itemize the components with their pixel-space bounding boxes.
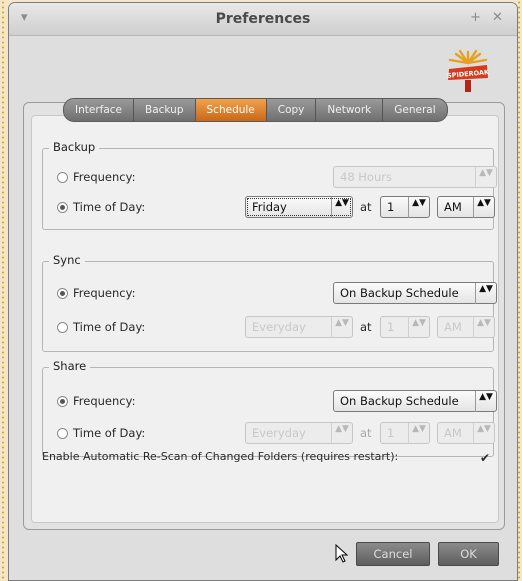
tab-schedule[interactable]: Schedule [195, 99, 267, 121]
chevron-updown-icon: ▲▼ [408, 317, 429, 338]
sync-group: Sync Frequency: On Backup Schedule ▲▼ Tim… [42, 253, 497, 352]
cancel-button[interactable]: Cancel [356, 542, 430, 566]
sync-frequency-radio[interactable] [57, 288, 68, 299]
chevron-updown-icon: ▲▼ [473, 197, 494, 218]
share-hour-select[interactable]: 1 ▲▼ [380, 422, 430, 444]
sync-ampm-value: AM [444, 320, 462, 334]
chevron-updown-icon: ▲▼ [408, 197, 429, 218]
backup-day-select[interactable]: Friday ▲▼ [245, 196, 353, 218]
sync-frequency-label: Frequency: [73, 286, 136, 300]
preferences-tabs: Interface Backup Schedule Copy Network G… [63, 98, 448, 122]
sync-frequency-value: On Backup Schedule [340, 286, 459, 300]
sync-hour-value: 1 [387, 320, 395, 334]
backup-frequency-row: Frequency: 48 Hours ▲▼ [43, 166, 497, 190]
share-group-title: Share [49, 359, 91, 373]
backup-hour-select[interactable]: 1 ▲▼ [380, 196, 430, 218]
share-frequency-label: Frequency: [73, 394, 136, 408]
chevron-updown-icon: ▲▼ [331, 423, 352, 444]
chevron-updown-icon: ▲▼ [473, 317, 494, 338]
backup-group-title: Backup [49, 140, 100, 154]
backup-ampm-select[interactable]: AM ▲▼ [437, 196, 495, 218]
chevron-updown-icon: ▲▼ [473, 423, 494, 444]
share-group: Share Frequency: On Backup Schedule ▲▼ Ti… [42, 359, 497, 457]
backup-timeofday-label: Time of Day: [73, 200, 146, 214]
share-hour-value: 1 [387, 426, 395, 440]
share-timeofday-radio[interactable] [57, 428, 68, 439]
rescan-label: Enable Automatic Re-Scan of Changed Fold… [42, 450, 399, 463]
backup-timeofday-row: Time of Day: Friday ▲▼ at 1 ▲▼ AM ▲▼ [43, 196, 495, 220]
pin-icon[interactable]: + [470, 10, 481, 25]
schedule-panel: Backup Frequency: 48 Hours ▲▼ Time of Day… [31, 115, 499, 523]
mouse-cursor-icon [335, 544, 349, 563]
sync-hour-select[interactable]: 1 ▲▼ [380, 316, 430, 338]
backup-frequency-label: Frequency: [73, 170, 136, 184]
backup-timeofday-radio[interactable] [57, 202, 68, 213]
title-bar: ▾ Preferences + ✕ [9, 3, 517, 36]
preferences-window: ▾ Preferences + ✕ SPIDEROAK Backup Frequ… [8, 2, 518, 581]
ok-button[interactable]: OK [438, 542, 499, 566]
share-frequency-radio[interactable] [57, 396, 68, 407]
sync-at-label: at [360, 320, 372, 334]
share-timeofday-row: Time of Day: Everyday ▲▼ at 1 ▲▼ AM ▲▼ [43, 422, 495, 446]
backup-ampm-value: AM [444, 200, 462, 214]
sync-group-title: Sync [49, 253, 85, 267]
sync-day-select[interactable]: Everyday ▲▼ [245, 316, 353, 338]
sync-timeofday-row: Time of Day: Everyday ▲▼ at 1 ▲▼ AM ▲▼ [43, 316, 495, 340]
chevron-updown-icon: ▲▼ [331, 317, 352, 338]
share-frequency-select[interactable]: On Backup Schedule ▲▼ [333, 390, 497, 412]
backup-group: Backup Frequency: 48 Hours ▲▼ Time of Day… [42, 140, 497, 230]
backup-day-value: Friday [252, 200, 287, 214]
rescan-checkbox[interactable]: ✔ [480, 451, 490, 465]
close-icon[interactable]: ✕ [492, 10, 503, 25]
sync-frequency-row: Frequency: On Backup Schedule ▲▼ [43, 282, 497, 306]
chevron-updown-icon: ▲▼ [331, 197, 352, 218]
backup-hour-value: 1 [387, 200, 395, 214]
sync-timeofday-radio[interactable] [57, 322, 68, 333]
chevron-updown-icon: ▲▼ [475, 283, 496, 304]
sync-ampm-select[interactable]: AM ▲▼ [437, 316, 495, 338]
chevron-updown-icon: ▲▼ [475, 391, 496, 412]
dotted-border-left [0, 0, 6, 579]
tab-network[interactable]: Network [316, 99, 384, 121]
backup-frequency-radio[interactable] [57, 172, 68, 183]
tab-backup[interactable]: Backup [134, 99, 196, 121]
tab-general[interactable]: General [383, 99, 446, 121]
spideroak-logo: SPIDEROAK [447, 49, 490, 92]
sync-timeofday-label: Time of Day: [73, 320, 146, 334]
backup-frequency-value: 48 Hours [340, 170, 392, 184]
chevron-updown-icon: ▲▼ [475, 167, 496, 188]
backup-at-label: at [360, 200, 372, 214]
tab-interface[interactable]: Interface [64, 99, 135, 121]
share-day-select[interactable]: Everyday ▲▼ [245, 422, 353, 444]
sync-frequency-select[interactable]: On Backup Schedule ▲▼ [333, 282, 497, 304]
share-timeofday-label: Time of Day: [73, 426, 146, 440]
share-at-label: at [360, 426, 372, 440]
share-ampm-select[interactable]: AM ▲▼ [437, 422, 495, 444]
tab-copy[interactable]: Copy [267, 99, 317, 121]
share-frequency-row: Frequency: On Backup Schedule ▲▼ [43, 390, 497, 414]
backup-frequency-select[interactable]: 48 Hours ▲▼ [333, 166, 497, 188]
share-frequency-value: On Backup Schedule [340, 394, 459, 408]
chevron-updown-icon: ▲▼ [408, 423, 429, 444]
share-ampm-value: AM [444, 426, 462, 440]
sync-day-value: Everyday [252, 320, 306, 334]
window-title: Preferences [215, 11, 311, 27]
share-day-value: Everyday [252, 426, 306, 440]
